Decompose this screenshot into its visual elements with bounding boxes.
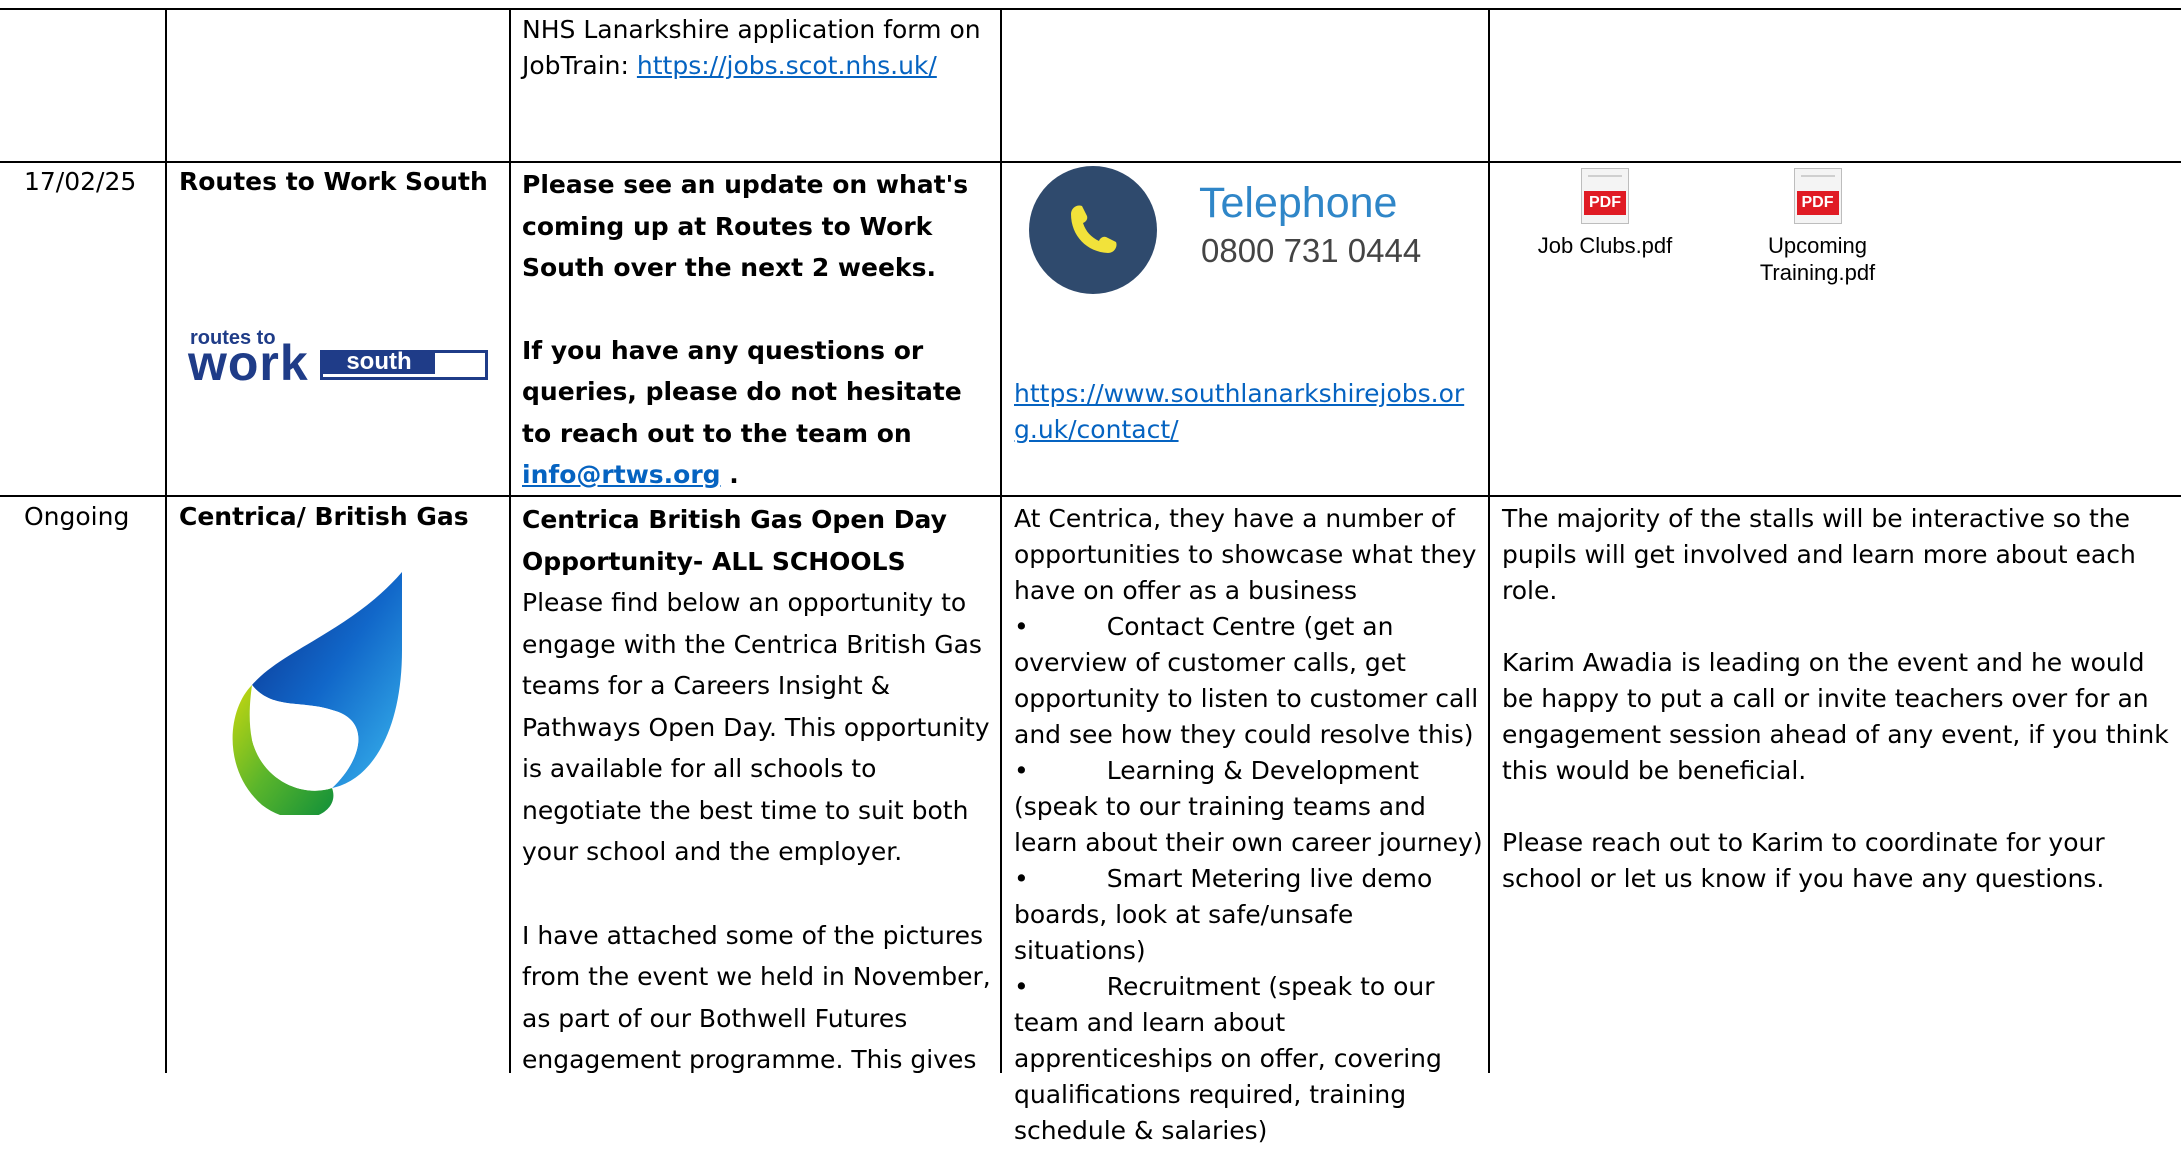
- row2-opportunities: At Centrica, they have a number of oppor…: [1014, 501, 1489, 1149]
- logo-box: south: [320, 350, 488, 380]
- list-item: • Smart Metering live demo boards, look a…: [1014, 864, 1433, 965]
- column-divider-2: [509, 8, 511, 1073]
- column-divider-3: [1000, 8, 1002, 1073]
- row1-description-p1: Please see an update on what's coming up…: [522, 170, 969, 282]
- row2-description-p1: Please find below an opportunity to enga…: [522, 588, 990, 866]
- table-row: NHS Lanarkshire application form on JobT…: [522, 12, 992, 84]
- row2-description: Centrica British Gas Open Day Opportunit…: [522, 499, 997, 1081]
- row2-notes: The majority of the stalls will be inter…: [1502, 501, 2180, 897]
- row1-date: 17/02/25: [24, 167, 137, 196]
- row1-description: Please see an update on what's coming up…: [522, 164, 997, 496]
- list-item: • Recruitment (speak to our team and lear…: [1014, 972, 1442, 1145]
- table-top-border: [0, 8, 2181, 10]
- list-item: • Learning & Development (speak to our tr…: [1014, 756, 1483, 857]
- row1-organisation: Routes to Work South: [179, 167, 488, 196]
- row2-date: Ongoing: [24, 502, 130, 531]
- contact-link-block: https://www.southlanarkshirejobs.or g.uk…: [1014, 376, 1484, 448]
- attachment-upcoming-training[interactable]: PDF Upcoming Training.pdf: [1735, 168, 1900, 286]
- row2-description-p2: I have attached some of the pictures fro…: [522, 920, 991, 1075]
- row-divider-2: [0, 495, 2181, 497]
- centrica-logo: [232, 572, 402, 815]
- nhs-jobs-link[interactable]: https://jobs.scot.nhs.uk/: [637, 51, 937, 80]
- row2-organisation: Centrica/ British Gas: [179, 502, 469, 531]
- attachment-job-clubs[interactable]: PDF Job Clubs.pdf: [1520, 168, 1690, 259]
- contact-page-link[interactable]: https://www.southlanarkshirejobs.or g.uk…: [1014, 376, 1484, 448]
- column-divider-1: [165, 8, 167, 1073]
- notes-p2: Karim Awadia is leading on the event and…: [1502, 648, 2169, 785]
- notes-p3: Please reach out to Karim to coordinate …: [1502, 828, 2105, 893]
- attachment-name-line2: Training.pdf: [1759, 260, 1876, 285]
- row2-description-title: Centrica British Gas Open Day Opportunit…: [522, 505, 947, 576]
- telephone-number: 0800 731 0444: [1201, 232, 1422, 269]
- logo-text-south: south: [323, 350, 435, 374]
- routes-to-work-logo: routes to work south: [188, 328, 493, 391]
- attachment-name-line1: Upcoming: [1767, 233, 1868, 258]
- opportunities-intro: At Centrica, they have a number of oppor…: [1014, 504, 1477, 605]
- pdf-icon: PDF: [1581, 168, 1629, 224]
- pdf-icon: PDF: [1793, 168, 1842, 224]
- row1-description-p2: If you have any questions or queries, pl…: [522, 335, 962, 490]
- list-item: • Contact Centre (get an overview of cust…: [1014, 612, 1479, 749]
- email-link[interactable]: info@rtws.org: [522, 460, 721, 489]
- logo-text-work: work: [188, 335, 309, 391]
- telephone-banner: Telephone 0800 731 0444: [1013, 163, 1483, 298]
- telephone-label: Telephone: [1199, 179, 1398, 227]
- attachment-name: Job Clubs.pdf: [1537, 233, 1673, 258]
- phone-icon: [1029, 166, 1157, 294]
- notes-p1: The majority of the stalls will be inter…: [1502, 504, 2136, 605]
